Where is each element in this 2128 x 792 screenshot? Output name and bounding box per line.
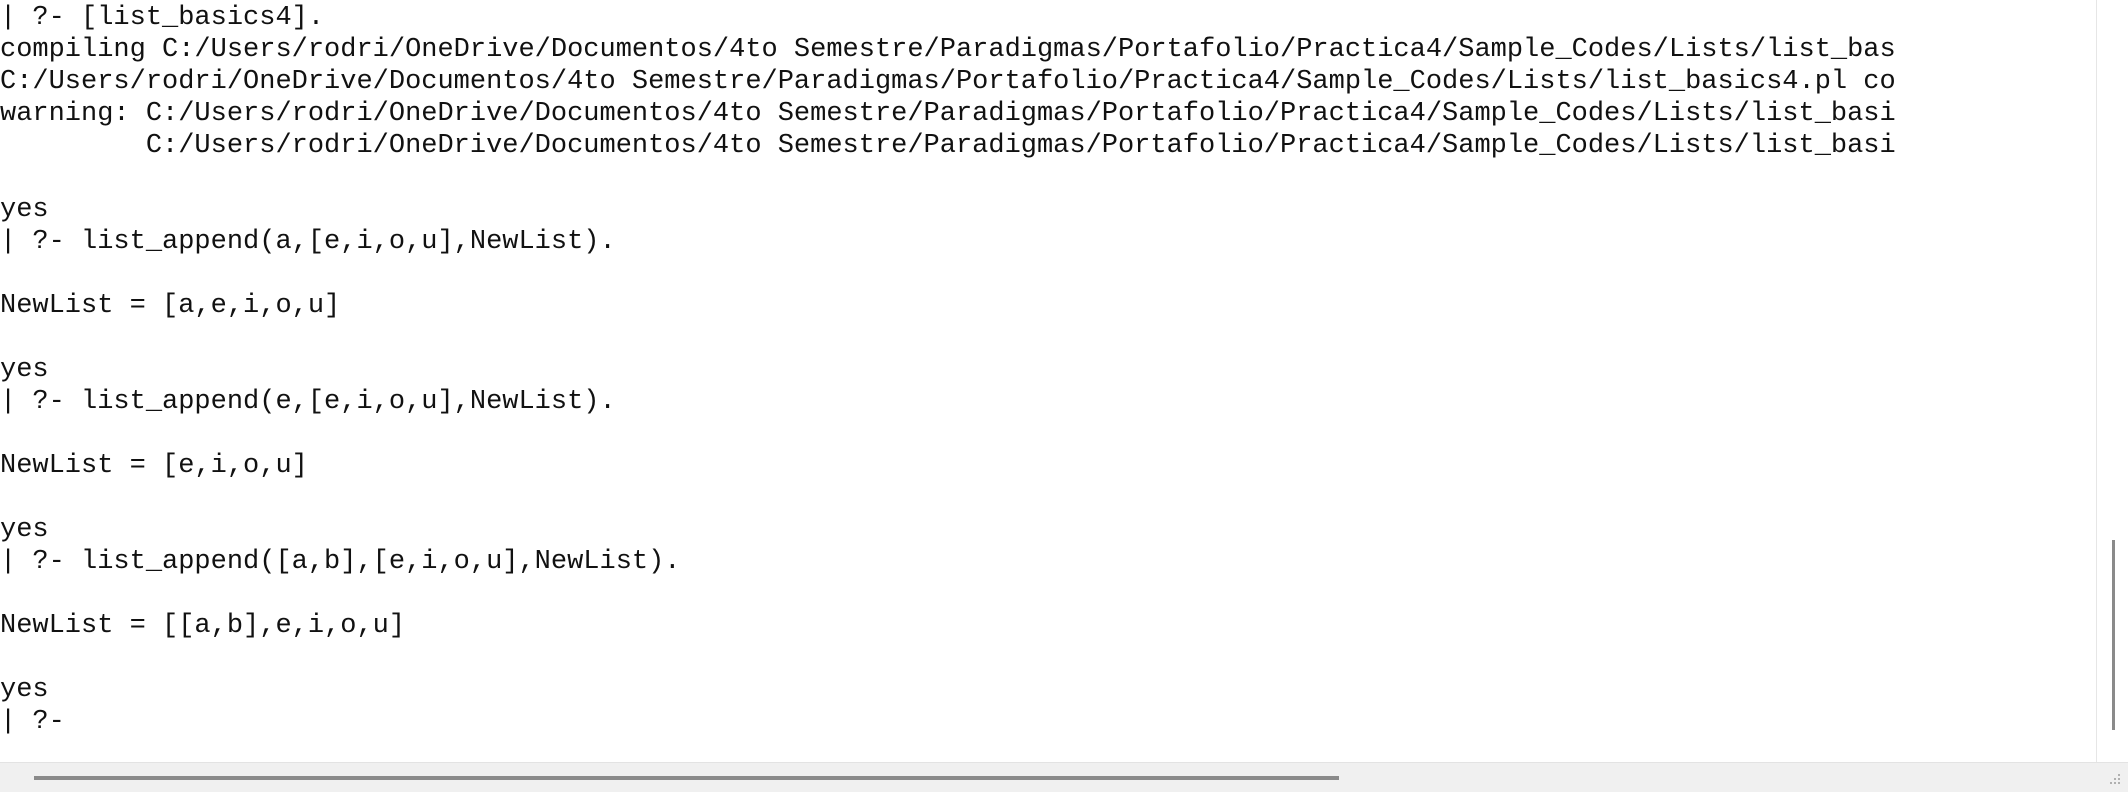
console-line-blank — [0, 482, 2096, 514]
console-line-prompt[interactable]: | ?- — [0, 706, 2096, 738]
console-line-yes: yes — [0, 195, 49, 225]
console-line-query-append-2: | ?- list_append(e,[e,i,o,u],NewList). — [0, 387, 616, 417]
console-line-blank — [0, 162, 2096, 194]
console-line-yes: yes — [0, 355, 49, 385]
console-line-warning: warning: C:/Users/rodri/OneDrive/Documen… — [0, 99, 1896, 129]
console-text-area[interactable]: | ?- [list_basics4]. compiling C:/Users/… — [0, 2, 2096, 738]
console-line-compiled-path: C:/Users/rodri/OneDrive/Documentos/4to S… — [0, 67, 1896, 97]
console-line-blank — [0, 578, 2096, 610]
console-line-blank — [0, 642, 2096, 674]
console-line-query-append-1: | ?- list_append(a,[e,i,o,u],NewList). — [0, 227, 616, 257]
console-line-yes: yes — [0, 675, 49, 705]
horizontal-scrollbar-thumb[interactable] — [34, 776, 1339, 780]
console-line-result-2: NewList = [e,i,o,u] — [0, 451, 308, 481]
horizontal-scrollbar[interactable] — [0, 762, 2128, 792]
console-line-blank — [0, 258, 2096, 290]
console-line-warning-continuation: C:/Users/rodri/OneDrive/Documentos/4to S… — [0, 131, 1896, 161]
resize-grip-icon[interactable] — [2104, 768, 2124, 788]
console-line-blank — [0, 322, 2096, 354]
console-line-result-3: NewList = [[a,b],e,i,o,u] — [0, 611, 406, 641]
console-line-result-1: NewList = [a,e,i,o,u] — [0, 291, 341, 321]
console-line-query-consult: | ?- [list_basics4]. — [0, 3, 325, 33]
vertical-scrollbar-thumb[interactable] — [2112, 540, 2115, 730]
console-line-yes: yes — [0, 515, 49, 545]
prolog-console-output[interactable]: | ?- [list_basics4]. compiling C:/Users/… — [0, 0, 2096, 762]
vertical-scrollbar[interactable] — [2096, 0, 2128, 762]
console-line-compiling: compiling C:/Users/rodri/OneDrive/Docume… — [0, 35, 1896, 65]
console-line-query-append-3: | ?- list_append([a,b],[e,i,o,u],NewList… — [0, 547, 681, 577]
console-line-blank — [0, 418, 2096, 450]
